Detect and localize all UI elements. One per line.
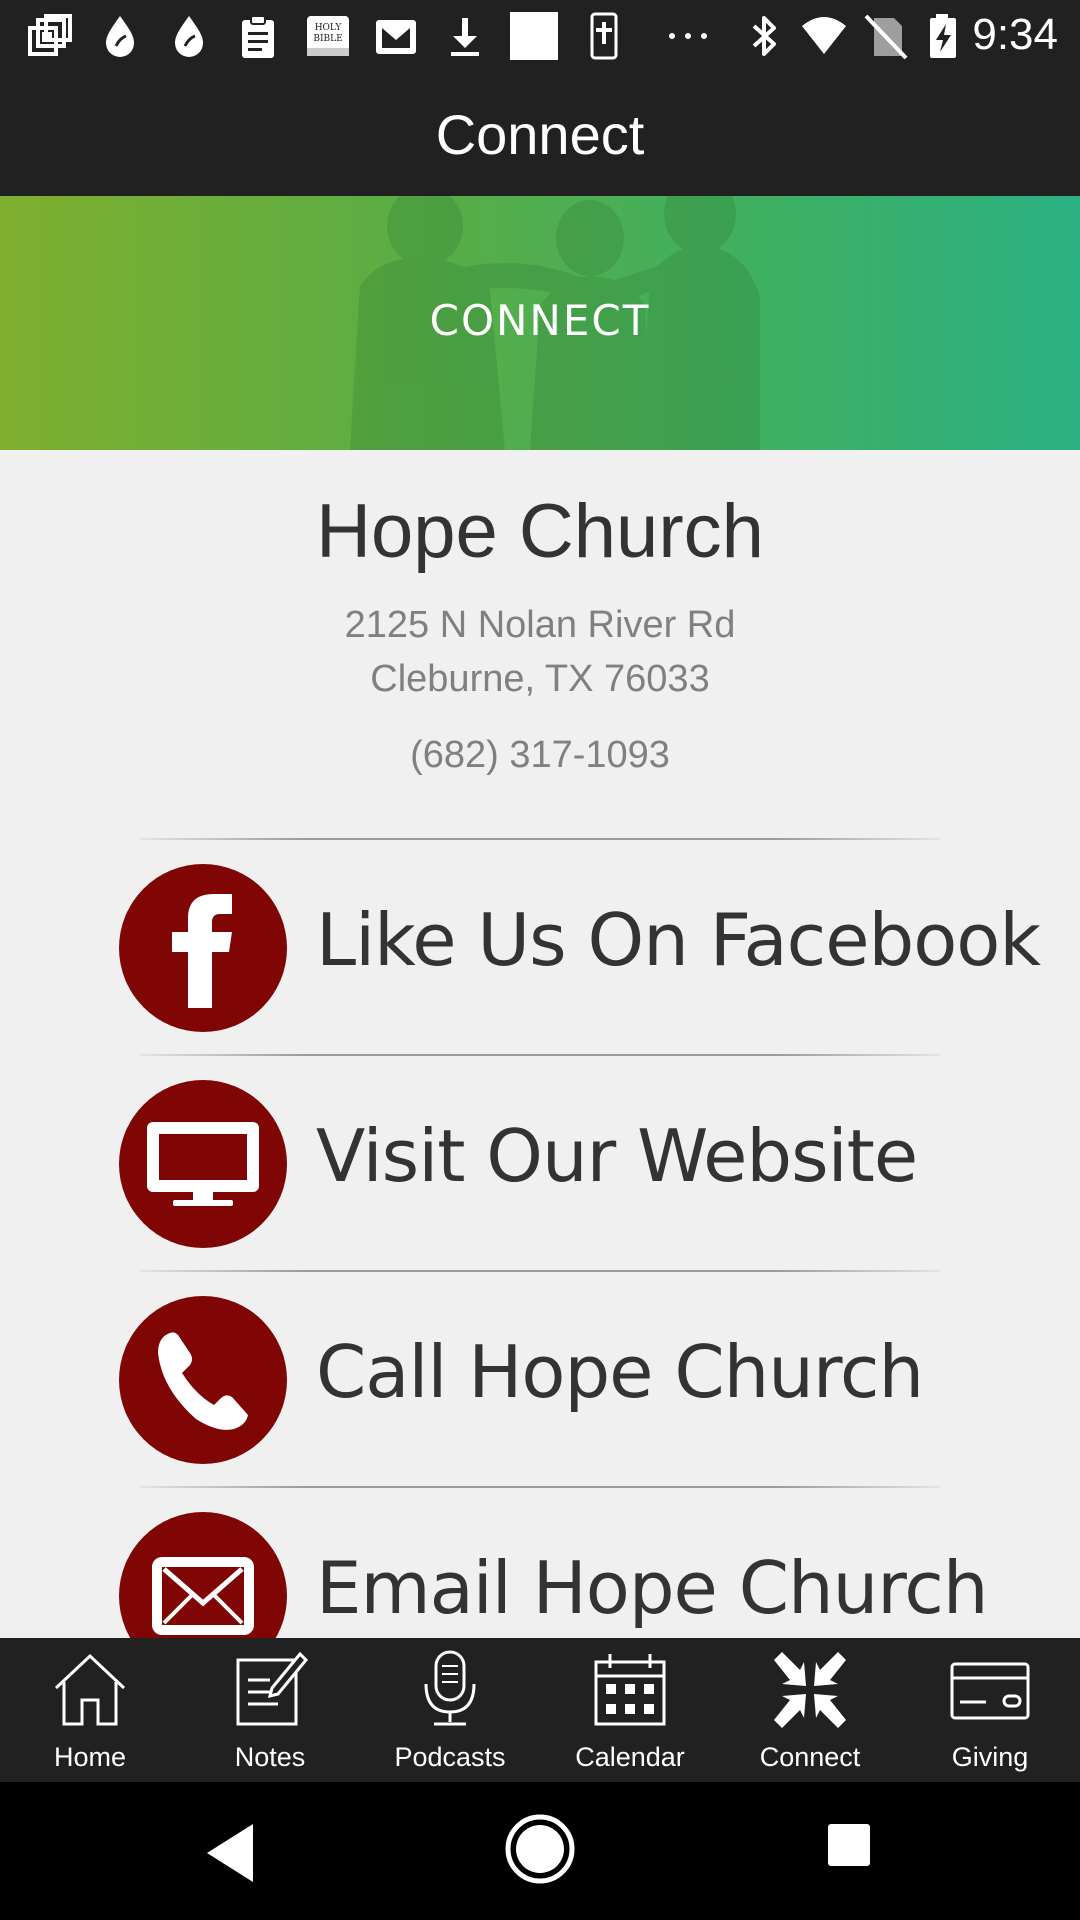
phone-icon [119,1296,287,1464]
nav-label: Calendar [575,1742,685,1772]
notes-icon [236,1651,309,1726]
clipboard-icon [234,12,282,60]
microphone-icon [424,1650,476,1726]
action-label: Visit Our Website [316,1114,918,1198]
bible-label-line2: BIBLE [313,34,342,44]
website-row[interactable]: Visit Our Website [0,1066,1080,1278]
recents-icon[interactable] [826,1822,896,1892]
nav-calendar[interactable]: Calendar [540,1638,720,1782]
connect-banner: CONNECT [0,196,1080,450]
nav-connect[interactable]: Connect [720,1638,900,1782]
drop-icon [96,12,144,60]
mail-icon [372,12,420,60]
nav-label: Giving [951,1742,1029,1772]
divider [140,1270,940,1272]
bluetooth-icon [740,12,788,60]
wifi-icon [800,12,848,60]
battery-charging-icon [920,12,968,60]
home-circle-icon[interactable] [503,1812,577,1886]
bible-cross-icon [580,12,628,60]
action-label: Call Hope Church [316,1330,924,1414]
notification-stack-icon [26,12,74,60]
church-name: Hope Church [316,489,764,574]
app-bar: Connect [0,72,1080,196]
calendar-icon [594,1654,666,1726]
nav-label: Notes [234,1742,306,1772]
phone-number[interactable]: (682) 317-1093 [0,734,1080,777]
page-title: Connect [435,102,645,166]
blank-square-icon [510,12,558,60]
back-icon[interactable] [195,1818,265,1888]
divider [140,1486,940,1488]
system-nav-bar [0,1782,1080,1920]
nav-label: Home [53,1742,127,1772]
facebook-icon [119,864,287,1032]
nav-notes[interactable]: Notes [180,1638,360,1782]
bible-label-line1: HOLY [315,23,343,33]
address-line2[interactable]: Cleburne, TX 76033 [0,658,1080,701]
connect-arrows-icon [774,1652,846,1728]
home-icon [54,1653,126,1726]
more-dots-icon [664,12,712,60]
nav-label: Connect [759,1742,861,1772]
facebook-row[interactable]: Like Us On Facebook [0,850,1080,1062]
divider [140,838,940,840]
nav-label: Podcasts [394,1742,506,1772]
status-bar: HOLY BIBLE 9:34 [0,0,1080,72]
divider [140,1054,940,1056]
nav-home[interactable]: Home [0,1638,180,1782]
status-time: 9:34 [972,10,1058,59]
nav-giving[interactable]: Giving [900,1638,1080,1782]
no-sim-icon [862,12,910,60]
bottom-nav: Home Notes Podcasts Calendar Connect Giv… [0,1638,1080,1782]
banner-text: CONNECT [429,296,651,345]
call-row[interactable]: Call Hope Church [0,1282,1080,1494]
monitor-icon [119,1080,287,1248]
action-label: Like Us On Facebook [316,898,1041,982]
credit-card-icon [950,1662,1030,1720]
holy-bible-icon: HOLY BIBLE [304,12,352,60]
drop-icon [165,12,213,60]
nav-podcasts[interactable]: Podcasts [360,1638,540,1782]
address-line1[interactable]: 2125 N Nolan River Rd [0,604,1080,647]
download-icon [441,12,489,60]
action-label: Email Hope Church [316,1546,988,1630]
